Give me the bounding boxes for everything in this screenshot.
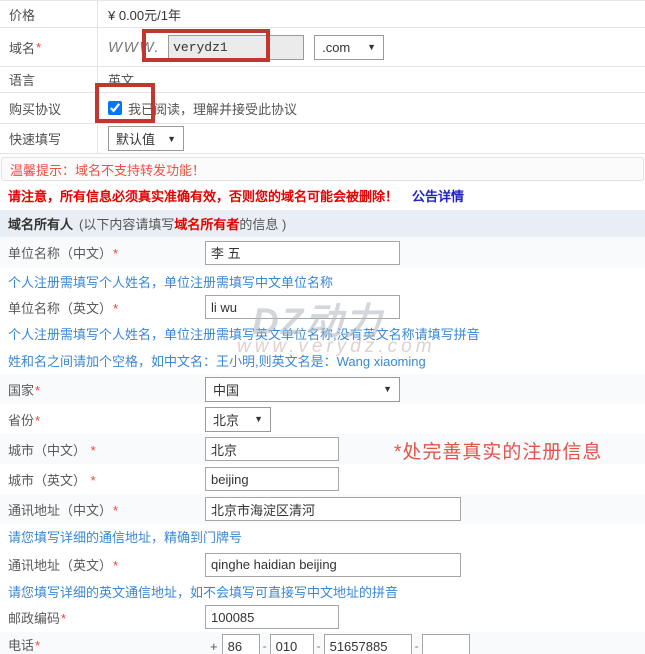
domain-registration-form: 价格 ¥ 0.00元/1年 域名* WWW. .com ▼ 语言 英文 <box>0 0 645 654</box>
chevron-down-icon: ▼ <box>367 42 376 52</box>
org-name-en-row: 单位名称（英文）* <box>0 294 645 320</box>
chevron-down-icon: ▼ <box>383 384 392 394</box>
chevron-down-icon: ▼ <box>254 414 263 424</box>
city-en-row: 城市（英文） * <box>0 464 645 494</box>
owner-section-title: 域名所有人 <box>8 214 73 233</box>
country-select[interactable]: 中国 ▼ <box>205 377 400 402</box>
city-cn-row: 城市（中文） * *处完善真实的注册信息 <box>0 434 645 464</box>
language-label: 语言 <box>0 67 98 92</box>
agreement-checkbox-label[interactable]: 我已阅读，理解并接受此协议 <box>128 99 297 118</box>
province-selected-value: 北京 <box>213 410 239 429</box>
phone-label: 电话* <box>0 635 205 654</box>
org-name-cn-row: 单位名称（中文）* <box>0 237 645 268</box>
city-en-input[interactable] <box>205 467 339 491</box>
price-label: 价格 <box>0 1 98 27</box>
city-cn-input[interactable] <box>205 437 339 461</box>
tld-selected-value: .com <box>322 40 350 55</box>
country-selected-value: 中国 <box>213 380 239 399</box>
phone-separator: - <box>263 639 267 653</box>
province-label: 省份* <box>0 410 205 429</box>
owner-section-header: 域名所有人 (以下内容请填写域名所有者的信息 ) <box>0 210 645 237</box>
country-row: 国家* 中国 ▼ <box>0 374 645 404</box>
address-en-helper: 请您填写详细的英文通信地址，如不会填写可直接写中文地址的拼音 <box>0 580 645 602</box>
announcement-details-link[interactable]: 公告详情 <box>412 186 464 205</box>
warning-line: 请注意，所有信息必须真实准确有效，否则您的域名可能会被删除！ 公告详情 <box>0 181 645 210</box>
language-value: 英文 <box>108 70 134 89</box>
address-cn-row: 通讯地址（中文）* <box>0 494 645 524</box>
agreement-row: 购买协议 我已阅读，理解并接受此协议 <box>0 93 645 124</box>
address-en-row: 通讯地址（英文）* <box>0 549 645 580</box>
phone-row: 电话* + - - - <box>0 632 645 654</box>
required-asterisk: * <box>36 40 41 55</box>
org-name-en-helper-1: 个人注册需填写个人姓名，单位注册需填写英文单位名称,没有英文名称请填写拼音 <box>0 320 645 347</box>
tip-text: 温馨提示：域名不支持转发功能！ <box>10 160 205 179</box>
org-name-cn-input[interactable] <box>205 241 400 265</box>
quickfill-row: 快速填写 默认值 ▼ <box>0 124 645 154</box>
address-cn-label: 通讯地址（中文）* <box>0 500 205 519</box>
quickfill-selected-value: 默认值 <box>116 129 155 148</box>
owner-highlight: 域名所有者 <box>174 217 239 232</box>
tld-select[interactable]: .com ▼ <box>314 35 384 60</box>
chevron-down-icon: ▼ <box>167 134 176 144</box>
zip-label: 邮政编码* <box>0 608 205 627</box>
address-cn-helper: 请您填写详细的通信地址，精确到门牌号 <box>0 524 645 549</box>
quickfill-select[interactable]: 默认值 ▼ <box>108 126 184 151</box>
city-cn-label: 城市（中文） * <box>0 440 205 459</box>
org-name-cn-label: 单位名称（中文）* <box>0 243 205 262</box>
phone-number-input[interactable] <box>324 634 412 654</box>
province-row: 省份* 北京 ▼ <box>0 404 645 434</box>
province-select[interactable]: 北京 ▼ <box>205 407 271 432</box>
agreement-checkbox[interactable] <box>108 101 122 115</box>
tip-notice: 温馨提示：域名不支持转发功能！ <box>1 157 644 181</box>
zip-input[interactable] <box>205 605 339 629</box>
warning-text: 请注意，所有信息必须真实准确有效，否则您的域名可能会被删除！ <box>8 186 398 205</box>
domain-attributes-table: 价格 ¥ 0.00元/1年 域名* WWW. .com ▼ 语言 英文 <box>0 0 645 154</box>
zip-row: 邮政编码* <box>0 602 645 632</box>
country-label: 国家* <box>0 380 205 399</box>
org-name-en-label: 单位名称（英文）* <box>0 298 205 317</box>
address-en-input[interactable] <box>205 553 461 577</box>
agreement-label: 购买协议 <box>0 93 98 123</box>
address-en-label: 通讯地址（英文）* <box>0 555 205 574</box>
price-row: 价格 ¥ 0.00元/1年 <box>0 1 645 28</box>
org-name-en-input[interactable] <box>205 295 400 319</box>
city-en-label: 城市（英文） * <box>0 470 205 489</box>
phone-country-code-input[interactable] <box>222 634 260 654</box>
domain-label: 域名* <box>0 28 98 66</box>
phone-separator: - <box>415 639 419 653</box>
side-annotation: *处完善真实的注册信息 <box>394 437 602 464</box>
phone-separator: - <box>317 639 321 653</box>
phone-extension-input[interactable] <box>422 634 470 654</box>
owner-section-subtitle: (以下内容请填写域名所有者的信息 ) <box>79 214 286 233</box>
domain-name-input[interactable] <box>168 35 304 60</box>
phone-area-code-input[interactable] <box>270 634 314 654</box>
org-name-cn-helper: 个人注册需填写个人姓名，单位注册需填写中文单位名称 <box>0 268 645 294</box>
address-cn-input[interactable] <box>205 497 461 521</box>
phone-plus-sign: + <box>210 639 218 654</box>
price-value: ¥ 0.00元/1年 <box>108 5 181 24</box>
www-prefix: WWW. <box>108 39 160 56</box>
domain-row: 域名* WWW. .com ▼ <box>0 28 645 67</box>
language-row: 语言 英文 <box>0 67 645 93</box>
org-name-en-helper-2: 姓和名之间请加个空格，如中文名：王小明,则英文名是：Wang xiaoming <box>0 347 645 374</box>
quickfill-label: 快速填写 <box>0 124 98 153</box>
